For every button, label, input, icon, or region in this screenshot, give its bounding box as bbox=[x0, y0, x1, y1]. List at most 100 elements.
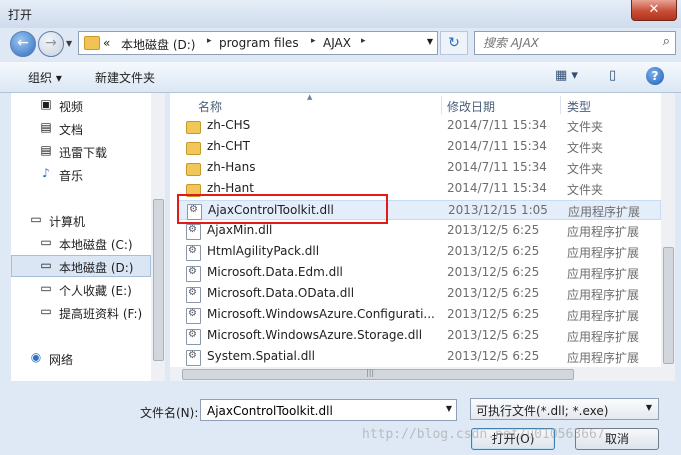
sidebar-item-videos[interactable]: ▣ 视频 bbox=[11, 94, 151, 116]
close-button[interactable]: ✕ bbox=[631, 0, 677, 21]
column-divider[interactable] bbox=[441, 96, 442, 114]
file-name: zh-Hans bbox=[207, 160, 256, 174]
sidebar-item-network[interactable]: ◉ 网络 bbox=[11, 347, 151, 369]
music-icon: ♪ bbox=[42, 166, 50, 180]
breadcrumb-arrow-icon[interactable]: ▸ bbox=[361, 36, 366, 46]
refresh-button[interactable]: ↻ bbox=[440, 31, 468, 55]
file-type: 应用程序扩展 bbox=[567, 225, 640, 239]
sidebar-item-documents[interactable]: ▤ 文档 bbox=[11, 117, 151, 139]
file-type: 文件夹 bbox=[567, 120, 604, 134]
scrollbar-grip-icon: ||| bbox=[366, 368, 375, 377]
breadcrumb-arrow-icon[interactable]: ▸ bbox=[311, 36, 316, 46]
file-row[interactable]: HtmlAgilityPack.dll 2013/12/5 6:25 应用程序扩… bbox=[178, 242, 661, 262]
sidebar-item-drive-c[interactable]: ▭ 本地磁盘 (C:) bbox=[11, 232, 151, 254]
chevron-down-icon[interactable]: ▼ bbox=[646, 403, 652, 412]
sidebar-item-label: 本地磁盘 (C:) bbox=[59, 238, 133, 252]
dll-file-icon bbox=[186, 245, 201, 261]
address-row: ← → ▼ « 本地磁盘 (D:) ▸ program files ▸ AJAX… bbox=[0, 28, 681, 60]
sidebar-item-label: 视频 bbox=[59, 100, 84, 114]
file-row[interactable]: Microsoft.WindowsAzure.Storage.dll 2013/… bbox=[178, 326, 661, 346]
search-input[interactable] bbox=[481, 35, 645, 51]
dll-file-icon bbox=[186, 308, 201, 324]
breadcrumb-program-files[interactable]: program files bbox=[219, 36, 299, 50]
file-name: zh-Hant bbox=[207, 181, 254, 195]
file-type: 应用程序扩展 bbox=[567, 330, 640, 344]
new-folder-button[interactable]: 新建文件夹 bbox=[95, 69, 155, 86]
breadcrumb-drive-d[interactable]: 本地磁盘 (D:) bbox=[121, 36, 195, 53]
drive-icon: ▭ bbox=[40, 258, 52, 272]
folder-icon bbox=[84, 36, 100, 50]
dll-file-icon bbox=[186, 350, 201, 366]
file-list-scrollbar[interactable] bbox=[661, 93, 675, 381]
file-date: 2013/12/5 6:25 bbox=[447, 286, 540, 300]
column-header-type[interactable]: 类型 bbox=[567, 98, 591, 115]
navigation-pane: ▣ 视频 ▤ 文档 ▤ 迅雷下载 ♪ 音乐 ▭ 计算机 ▭ 本地磁盘 (C:) … bbox=[11, 93, 151, 381]
folder-icon bbox=[186, 142, 201, 155]
file-date: 2014/7/11 15:34 bbox=[447, 118, 547, 132]
file-type: 文件夹 bbox=[567, 141, 604, 155]
address-dropdown-icon[interactable]: ▼ bbox=[427, 37, 433, 46]
file-row[interactable]: System.Spatial.dll 2013/12/5 6:25 应用程序扩展 bbox=[178, 347, 661, 367]
sidebar-item-label: 音乐 bbox=[59, 169, 84, 183]
sidebar-item-label: 提高班资料 (F:) bbox=[59, 307, 143, 321]
file-type: 应用程序扩展 bbox=[567, 351, 640, 365]
file-row[interactable]: Microsoft.Data.Edm.dll 2013/12/5 6:25 应用… bbox=[178, 263, 661, 283]
address-bar[interactable]: « 本地磁盘 (D:) ▸ program files ▸ AJAX ▸ ▼ bbox=[78, 31, 438, 55]
horizontal-scrollbar[interactable]: ||| bbox=[170, 367, 661, 381]
sidebar-item-computer[interactable]: ▭ 计算机 bbox=[11, 209, 151, 231]
file-type: 应用程序扩展 bbox=[567, 309, 640, 323]
file-type: 应用程序扩展 bbox=[567, 267, 640, 281]
dll-file-icon bbox=[186, 329, 201, 345]
chevron-down-icon[interactable]: ▼ bbox=[446, 404, 452, 413]
breadcrumb-ajax[interactable]: AJAX bbox=[323, 36, 351, 50]
file-date: 2014/7/11 15:34 bbox=[447, 181, 547, 195]
sidebar-item-label: 个人收藏 (E:) bbox=[59, 284, 132, 298]
recent-locations-dropdown-icon[interactable]: ▼ bbox=[66, 39, 72, 48]
file-row[interactable]: Microsoft.Data.OData.dll 2013/12/5 6:25 … bbox=[178, 284, 661, 304]
drive-icon: ▭ bbox=[40, 281, 52, 295]
folder-icon bbox=[186, 121, 201, 134]
scrollbar-thumb[interactable] bbox=[153, 199, 164, 361]
sidebar-item-xunlei-downloads[interactable]: ▤ 迅雷下载 bbox=[11, 140, 151, 162]
file-name: Microsoft.WindowsAzure.Storage.dll bbox=[207, 328, 423, 342]
folder-row[interactable]: zh-CHT 2014/7/11 15:34 文件夹 bbox=[178, 137, 661, 157]
sidebar-item-drive-e[interactable]: ▭ 个人收藏 (E:) bbox=[11, 278, 151, 300]
sidebar-item-drive-f[interactable]: ▭ 提高班资料 (F:) bbox=[11, 301, 151, 323]
view-options-icon[interactable]: ▦ ▾ bbox=[555, 68, 578, 83]
help-button[interactable]: ? bbox=[646, 67, 664, 85]
column-header-date[interactable]: 修改日期 bbox=[447, 98, 495, 115]
file-name: HtmlAgilityPack.dll bbox=[207, 244, 320, 258]
folder-row[interactable]: zh-Hans 2014/7/11 15:34 文件夹 bbox=[178, 158, 661, 178]
window-title: 打开 bbox=[8, 8, 33, 22]
filename-input[interactable] bbox=[205, 403, 437, 419]
scrollbar-thumb[interactable] bbox=[663, 247, 674, 364]
navigation-scrollbar[interactable] bbox=[151, 93, 165, 381]
forward-button[interactable]: → bbox=[38, 31, 64, 57]
file-date: 2014/7/11 15:34 bbox=[447, 139, 547, 153]
dll-file-icon bbox=[186, 266, 201, 282]
organize-menu[interactable]: 组织 ▾ bbox=[28, 69, 62, 86]
search-icon[interactable]: ⌕ bbox=[663, 34, 670, 49]
sidebar-item-drive-d[interactable]: ▭ 本地磁盘 (D:) bbox=[11, 255, 151, 277]
filename-combobox[interactable]: ▼ bbox=[200, 399, 457, 421]
back-button[interactable]: ← bbox=[10, 31, 36, 57]
annotation-highlight-box bbox=[177, 194, 388, 224]
file-type: 应用程序扩展 bbox=[568, 205, 641, 219]
sidebar-item-music[interactable]: ♪ 音乐 bbox=[11, 163, 151, 185]
preview-pane-icon[interactable]: ▯ bbox=[609, 68, 616, 83]
breadcrumb-overflow[interactable]: « bbox=[103, 36, 110, 50]
file-row[interactable]: Microsoft.WindowsAzure.Configurati... 20… bbox=[178, 305, 661, 325]
column-divider[interactable] bbox=[560, 96, 561, 114]
search-box[interactable]: ⌕ bbox=[474, 31, 676, 55]
filetype-select[interactable]: 可执行文件(*.dll; *.exe) ▼ bbox=[470, 398, 659, 420]
file-row[interactable]: AjaxMin.dll 2013/12/5 6:25 应用程序扩展 bbox=[178, 221, 661, 241]
scrollbar-thumb[interactable] bbox=[182, 369, 574, 380]
dll-file-icon bbox=[186, 224, 201, 240]
breadcrumb-arrow-icon[interactable]: ▸ bbox=[207, 36, 212, 46]
document-icon: ▤ bbox=[40, 120, 52, 134]
title-bar: 打开 ✕ bbox=[0, 0, 681, 28]
sidebar-item-label: 迅雷下载 bbox=[59, 146, 108, 160]
folder-row[interactable]: zh-CHS 2014/7/11 15:34 文件夹 bbox=[178, 116, 661, 136]
column-header-name[interactable]: 名称 bbox=[198, 98, 222, 115]
file-list: ▲ 名称 修改日期 类型 zh-CHS 2014/7/11 15:34 文件夹 … bbox=[170, 93, 661, 381]
